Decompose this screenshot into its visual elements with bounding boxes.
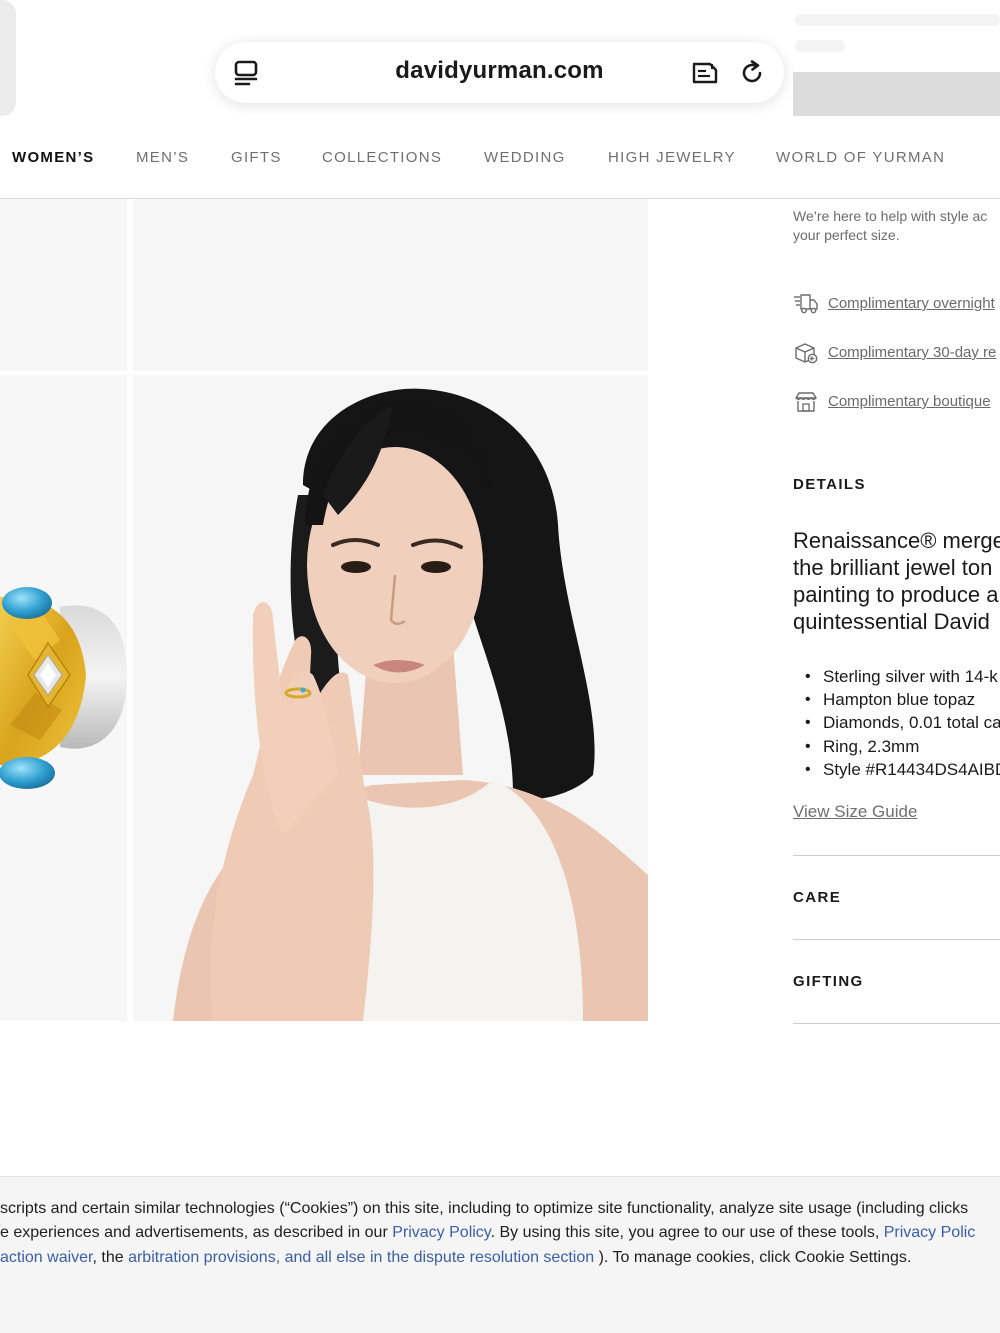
ring-illustration xyxy=(0,587,127,789)
model-photo xyxy=(173,388,648,1021)
model-wearing-ring-image[interactable] xyxy=(133,375,648,1021)
spec-item: Sterling silver with 14-k xyxy=(793,665,1000,688)
arbitration-provisions-link[interactable]: arbitration provisions, and all else in … xyxy=(128,1249,594,1266)
service-returns[interactable]: Complimentary 30-day re xyxy=(793,341,1000,367)
gallery-image-tile[interactable] xyxy=(133,199,648,371)
reload-icon[interactable] xyxy=(737,58,767,88)
main-navigation: WOMEN’S MEN’S GIFTS COLLECTIONS WEDDING … xyxy=(0,116,1000,199)
gallery-image-tile[interactable] xyxy=(0,199,127,371)
cookie-text-line: action waiver, the arbitration provision… xyxy=(0,1249,911,1267)
description-line: quintessential David xyxy=(793,609,990,634)
description-line: Renaissance® merge xyxy=(793,528,1000,553)
product-description: Renaissance® merge the brilliant jewel t… xyxy=(793,527,1000,635)
cookie-text: e experiences and advertisements, as des… xyxy=(0,1224,393,1241)
view-size-guide-link[interactable]: View Size Guide xyxy=(793,802,917,822)
spec-item: Style #R14434DS4AIBD xyxy=(793,758,1000,781)
spec-item: Hampton blue topaz xyxy=(793,688,1000,711)
nav-gifts[interactable]: GIFTS xyxy=(231,149,282,166)
style-advice-text: We’re here to help with style ac your pe… xyxy=(793,207,1000,245)
tab-overview-icon[interactable] xyxy=(231,58,261,88)
service-link[interactable]: Complimentary 30-day re xyxy=(828,344,996,361)
cookie-text-line: e experiences and advertisements, as des… xyxy=(0,1224,975,1242)
divider xyxy=(793,1023,1000,1024)
service-link[interactable]: Complimentary overnight xyxy=(828,295,995,312)
browser-chrome: davidyurman.com xyxy=(0,0,1000,116)
care-accordion[interactable]: CARE xyxy=(793,889,841,906)
storefront-icon xyxy=(793,390,819,414)
description-line: painting to produce a xyxy=(793,582,999,607)
background-page-ghost-text xyxy=(795,14,1000,26)
details-heading[interactable]: DETAILS xyxy=(793,476,866,493)
address-bar[interactable]: davidyurman.com xyxy=(215,42,784,103)
privacy-policy-link[interactable]: Privacy Policy xyxy=(392,1224,490,1241)
nav-collections[interactable]: COLLECTIONS xyxy=(322,149,442,166)
cookie-consent-banner: scripts and certain similar technologies… xyxy=(0,1176,1000,1333)
nav-world-of-yurman[interactable]: WORLD OF YURMAN xyxy=(776,149,945,166)
nav-mens[interactable]: MEN’S xyxy=(136,149,189,166)
background-page-ghost-button xyxy=(793,72,1000,116)
nav-high-jewelry[interactable]: HIGH JEWELRY xyxy=(608,149,736,166)
service-overnight-shipping[interactable]: Complimentary overnight xyxy=(793,292,1000,318)
divider xyxy=(793,939,1000,940)
service-boutique[interactable]: Complimentary boutique xyxy=(793,390,1000,416)
divider xyxy=(793,855,1000,856)
spec-item: Ring, 2.3mm xyxy=(793,735,1000,758)
cookie-text: . By using this site, you agree to our u… xyxy=(490,1224,884,1241)
previous-tab-ghost xyxy=(0,0,16,116)
gifting-accordion[interactable]: GIFTING xyxy=(793,973,864,990)
return-box-icon xyxy=(793,341,819,365)
style-advice-line: your perfect size. xyxy=(793,227,900,243)
privacy-policy-link-2[interactable]: Privacy Polic xyxy=(884,1224,976,1241)
service-link[interactable]: Complimentary boutique xyxy=(828,393,991,410)
cookie-text: ). To manage cookies, click Cookie Setti… xyxy=(594,1249,912,1266)
ring-product-image[interactable] xyxy=(0,375,127,1021)
nav-wedding[interactable]: WEDDING xyxy=(484,149,566,166)
description-line: the brilliant jewel ton xyxy=(793,555,993,580)
reader-mode-icon[interactable] xyxy=(690,58,720,88)
delivery-truck-icon xyxy=(793,292,819,316)
product-specs-list: Sterling silver with 14-k Hampton blue t… xyxy=(793,665,1000,781)
nav-womens[interactable]: WOMEN’S xyxy=(12,149,94,166)
style-advice-line: We’re here to help with style ac xyxy=(793,208,988,224)
cookie-text-line: scripts and certain similar technologies… xyxy=(0,1200,969,1217)
background-page-ghost-text xyxy=(795,40,845,52)
cookie-text: , the xyxy=(92,1249,129,1266)
spec-item: Diamonds, 0.01 total ca xyxy=(793,711,1000,734)
class-action-waiver-link[interactable]: action waiver xyxy=(0,1249,93,1266)
url-text[interactable]: davidyurman.com xyxy=(295,57,704,85)
